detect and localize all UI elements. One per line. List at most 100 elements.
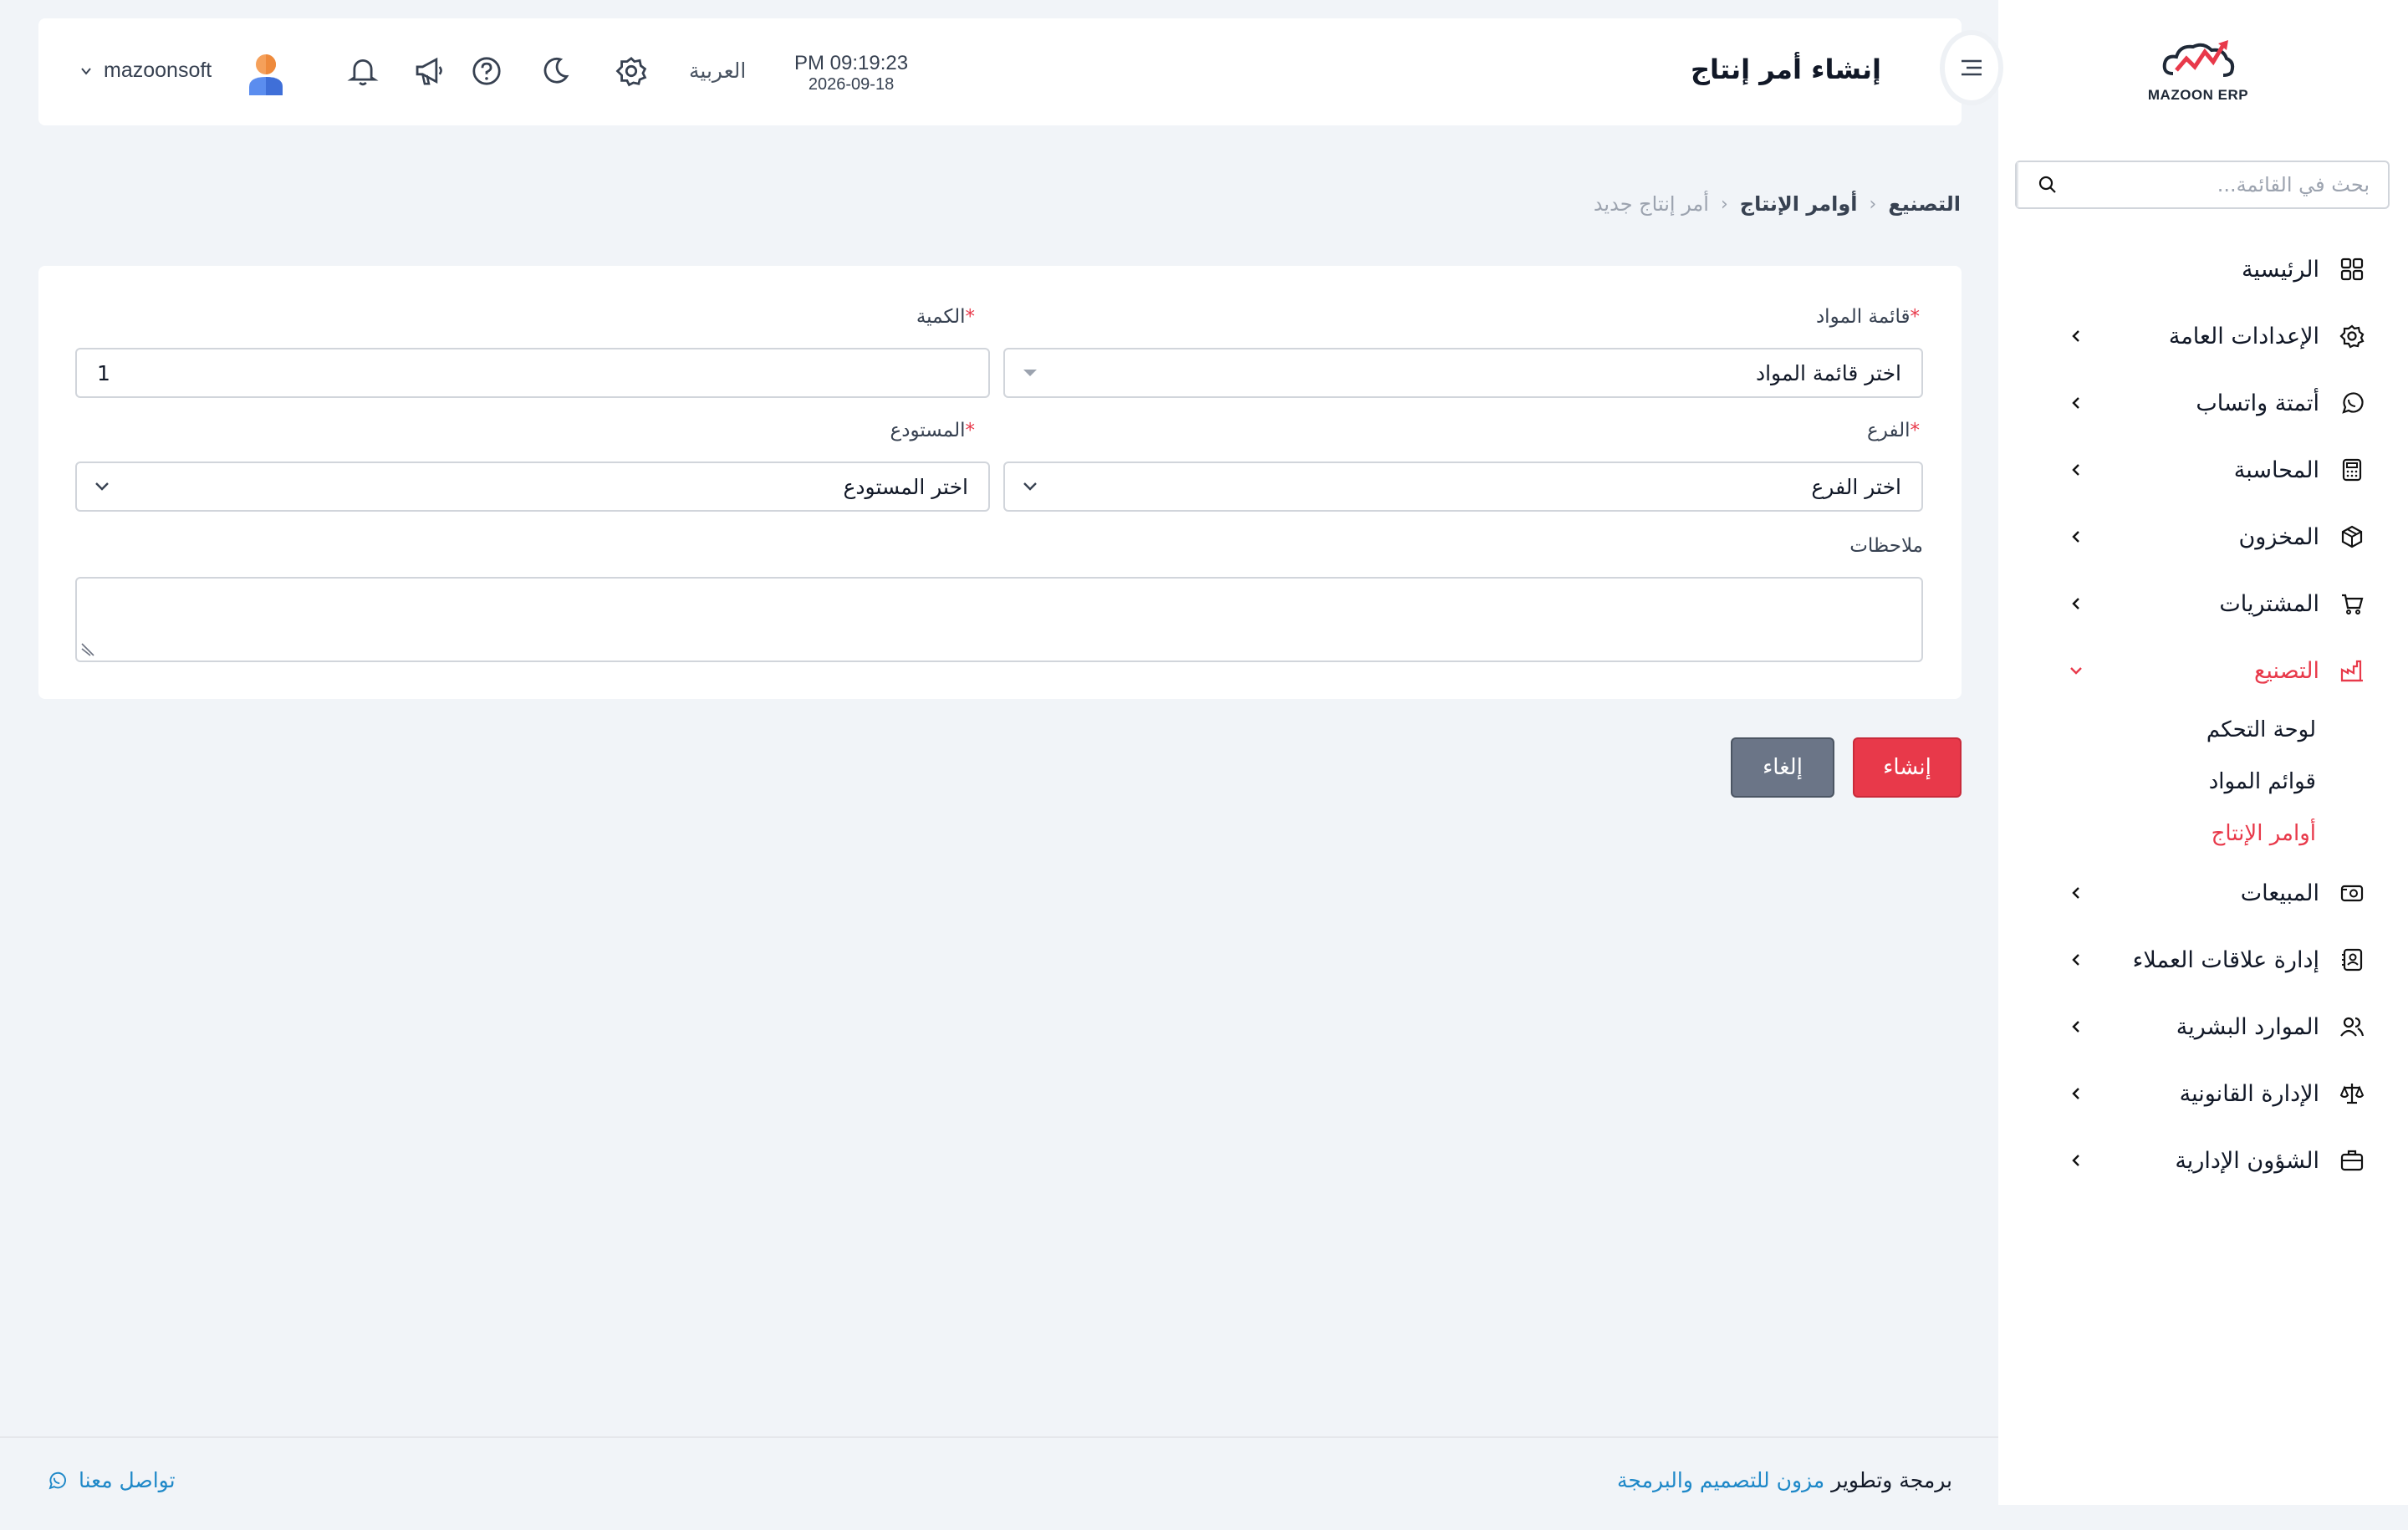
sidebar-item-label: التصنيع xyxy=(2254,657,2319,684)
sidebar-item-admin-affairs[interactable]: الشؤون الإدارية xyxy=(1998,1127,2408,1194)
chevron-left-icon xyxy=(2065,1083,2087,1104)
sidebar-item-inventory[interactable]: المخزون xyxy=(1998,503,2408,570)
users-icon xyxy=(2338,1012,2366,1041)
search-icon xyxy=(2038,176,2056,193)
sidebar-item-home[interactable]: الرئيسية xyxy=(1998,236,2408,303)
quantity-value: 1 xyxy=(97,360,110,385)
chevron-left-icon xyxy=(2065,392,2087,414)
sidebar-item-label: الإعدادات العامة xyxy=(2168,323,2319,349)
breadcrumb-production-orders[interactable]: أوامر الإنتاج xyxy=(1740,192,1858,216)
quantity-label-text: الكمية xyxy=(916,306,966,328)
quantity-input[interactable]: 1 xyxy=(75,348,990,398)
breadcrumb-separator-icon: ‹ xyxy=(1869,193,1877,215)
chevron-left-icon xyxy=(2065,1150,2087,1171)
cancel-button[interactable]: إلغاء xyxy=(1731,737,1834,798)
chevron-left-icon xyxy=(2065,593,2087,615)
sidebar-item-manufacturing[interactable]: التصنيع xyxy=(1998,637,2408,704)
chevron-down-icon xyxy=(81,67,91,75)
chevron-left-icon xyxy=(2065,1016,2087,1038)
sidebar-search-input[interactable] xyxy=(2077,162,2388,207)
sidebar-search xyxy=(2015,161,2390,209)
bom-select-value: اختر قائمة المواد xyxy=(1755,360,1901,385)
breadcrumb-current: أمر إنتاج جديد xyxy=(1593,192,1709,216)
notes-label: ملاحظات xyxy=(1849,535,1923,557)
help-button[interactable] xyxy=(469,54,504,89)
notifications-button[interactable] xyxy=(345,54,380,89)
branch-select-value: اختر الفرع xyxy=(1811,474,1901,499)
footer-credits: برمجة وتطوير مزون للتصميم والبرمجة xyxy=(1617,1468,1952,1492)
page-title: إنشاء أمر إنتاج xyxy=(1690,54,1881,85)
breadcrumb-manufacturing[interactable]: التصنيع xyxy=(1888,192,1961,216)
clock-time: PM 09:19:23 xyxy=(794,52,909,74)
language-switch[interactable]: العربية xyxy=(689,59,746,83)
calculator-icon xyxy=(2338,456,2366,484)
megaphone-icon xyxy=(416,57,442,85)
breadcrumb-separator-icon: ‹ xyxy=(1720,193,1728,215)
briefcase-icon xyxy=(2338,1146,2366,1175)
sidebar-menu: الرئيسية الإعدادات العامة أتمتة واتساب ا… xyxy=(1998,236,2408,1194)
gear-icon xyxy=(2338,322,2366,350)
chevron-left-icon xyxy=(2065,882,2087,904)
chevron-left-icon xyxy=(2065,949,2087,971)
clock: PM 09:19:23 2026-09-18 xyxy=(794,52,908,94)
chevron-left-icon xyxy=(2065,526,2087,548)
footer-company-link[interactable]: مزون للتصميم والبرمجة xyxy=(1617,1468,1824,1492)
chevron-left-icon xyxy=(2065,325,2087,347)
avatar[interactable] xyxy=(244,52,288,97)
sidebar-item-label: الرئيسية xyxy=(2242,256,2319,283)
sidebar: MAZOON ERP الرئيسية الإعدادات العامة أتم… xyxy=(1998,0,2408,1505)
announcements-button[interactable] xyxy=(411,54,446,89)
sidebar-item-label: الموارد البشرية xyxy=(2176,1013,2319,1040)
sidebar-item-label: المشتريات xyxy=(2219,590,2319,617)
submenu-item-bom[interactable]: قوائم المواد xyxy=(1998,756,2316,808)
warehouse-label: *المستودع xyxy=(890,420,978,441)
sidebar-item-label: إدارة علاقات العملاء xyxy=(2132,946,2319,973)
scale-icon xyxy=(2338,1079,2366,1108)
branch-select[interactable]: اختر الفرع xyxy=(1003,462,1923,512)
footer-divider xyxy=(0,1436,1998,1438)
sidebar-item-accounting[interactable]: المحاسبة xyxy=(1998,436,2408,503)
user-menu[interactable]: mazoonsoft xyxy=(80,59,212,83)
whatsapp-icon xyxy=(2338,389,2366,417)
required-mark: * xyxy=(1910,306,1921,328)
logo-text: MAZOON ERP xyxy=(2147,87,2249,103)
box-icon xyxy=(2338,523,2366,551)
sidebar-toggle-button[interactable] xyxy=(1940,30,2003,105)
submenu-item-production-orders[interactable]: أوامر الإنتاج xyxy=(1998,808,2316,859)
chevron-left-icon xyxy=(2065,459,2087,481)
dark-mode-button[interactable] xyxy=(538,54,573,89)
chevron-down-icon xyxy=(1005,481,1055,492)
notes-textarea[interactable] xyxy=(75,577,1923,662)
sidebar-item-purchases[interactable]: المشتريات xyxy=(1998,570,2408,637)
branch-label-text: الفرع xyxy=(1867,420,1911,441)
warehouse-select[interactable]: اختر المستودع xyxy=(75,462,990,512)
sidebar-item-legal[interactable]: الإدارة القانونية xyxy=(1998,1060,2408,1127)
sidebar-item-whatsapp[interactable]: أتمتة واتساب xyxy=(1998,370,2408,436)
caret-down-icon xyxy=(1005,368,1055,378)
manufacturing-submenu: لوحة التحكم قوائم المواد أوامر الإنتاج xyxy=(1998,704,2408,859)
contact-us-label: تواصل معنا xyxy=(79,1468,176,1492)
topbar xyxy=(38,18,1962,125)
footer-prefix: برمجة وتطوير xyxy=(1831,1468,1952,1492)
chevron-down-icon xyxy=(77,481,127,492)
settings-button[interactable] xyxy=(614,54,649,89)
logo[interactable]: MAZOON ERP xyxy=(2144,37,2252,112)
grid-icon xyxy=(2338,255,2366,283)
contacts-icon xyxy=(2338,946,2366,974)
menu-icon xyxy=(1962,59,1982,76)
sidebar-item-sales[interactable]: المبيعات xyxy=(1998,859,2408,926)
submenu-item-dashboard[interactable]: لوحة التحكم xyxy=(1998,704,2316,756)
resize-handle-icon[interactable] xyxy=(80,642,95,657)
bom-label: *قائمة المواد xyxy=(1816,306,1923,328)
sidebar-item-label: المبيعات xyxy=(2240,880,2319,906)
contact-us-link[interactable]: تواصل معنا xyxy=(47,1468,176,1492)
gear-icon xyxy=(615,56,647,87)
sidebar-item-crm[interactable]: إدارة علاقات العملاء xyxy=(1998,926,2408,993)
bom-select[interactable]: اختر قائمة المواد xyxy=(1003,348,1923,398)
sidebar-item-hr[interactable]: الموارد البشرية xyxy=(1998,993,2408,1060)
clock-date: 2026-09-18 xyxy=(808,75,895,94)
create-button[interactable]: إنشاء xyxy=(1853,737,1962,798)
search-button[interactable] xyxy=(2017,162,2077,207)
sidebar-item-general-settings[interactable]: الإعدادات العامة xyxy=(1998,303,2408,370)
sidebar-item-label: أتمتة واتساب xyxy=(2196,390,2319,416)
